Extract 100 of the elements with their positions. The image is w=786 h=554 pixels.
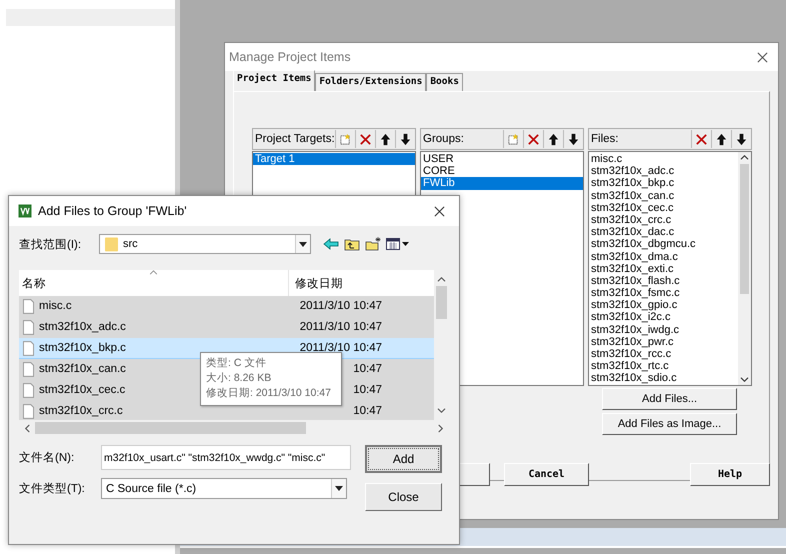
panel-label: Files:: [591, 133, 620, 145]
delete-icon: [359, 132, 372, 146]
list-item[interactable]: stm32f10x_crc.c: [589, 214, 738, 226]
file-row[interactable]: stm32f10x_crc.c 10:47: [19, 401, 434, 420]
dropdown-arrow-icon: [335, 486, 343, 491]
file-date: 2011/3/10 10:47: [300, 321, 382, 333]
list-item[interactable]: stm32f10x_sdio.c: [589, 372, 738, 385]
file-date: 10:47: [353, 405, 382, 417]
down-arrow-icon: [567, 132, 580, 146]
file-name-field[interactable]: m32f10x_usart.c" "stm32f10x_wwdg.c" "misc.c": [101, 445, 351, 470]
view-menu-icon[interactable]: [386, 237, 410, 251]
scroll-thumb[interactable]: [35, 422, 306, 434]
file-name: stm32f10x_bkp.c: [39, 342, 126, 354]
panel-label: Project Targets:: [255, 133, 335, 145]
close-icon[interactable]: [434, 206, 445, 216]
list-item[interactable]: stm32f10x_flash.c: [589, 274, 738, 288]
list-item[interactable]: stm32f10x_gpio.c: [589, 299, 738, 312]
look-in-label: 查找范围(I):: [19, 238, 82, 252]
up-folder-icon[interactable]: [344, 237, 360, 251]
scroll-up-icon[interactable]: [437, 276, 446, 283]
new-folder-icon[interactable]: [365, 237, 381, 251]
panel-label: Groups:: [423, 133, 465, 145]
scrollbar[interactable]: [738, 152, 751, 385]
file-name-label: 文件名(N):: [19, 450, 76, 465]
scroll-up-icon[interactable]: [740, 154, 749, 161]
file-date: 2011/3/10 10:47: [300, 342, 382, 354]
scroll-left-icon[interactable]: [24, 424, 31, 432]
dialog-button[interactable]: Add: [365, 445, 442, 473]
file-row[interactable]: stm32f10x_adc.c 2011/3/10 10:47: [19, 317, 434, 338]
list-item[interactable]: stm32f10x_cec.c: [589, 202, 738, 214]
scroll-down-icon[interactable]: [437, 407, 446, 414]
list-item[interactable]: stm32f10x_rcc.c: [589, 348, 738, 360]
list-item[interactable]: Target 1: [253, 153, 415, 166]
delete-icon: [527, 132, 540, 146]
list-item[interactable]: stm32f10x_can.c: [589, 190, 738, 202]
app-icon: [18, 204, 32, 218]
up-arrow-icon: [547, 132, 560, 146]
tab[interactable]: Folders/Extensions: [315, 73, 426, 91]
file-icon: [23, 340, 34, 356]
file-date: 10:47: [353, 363, 382, 375]
add-files-button[interactable]: Add Files...: [602, 388, 737, 410]
list-item[interactable]: stm32f10x_dac.c: [589, 226, 738, 238]
close-icon[interactable]: [757, 52, 768, 62]
file-type-label: 文件类型(T):: [19, 482, 86, 496]
list-item[interactable]: stm32f10x_bkp.c: [589, 177, 738, 190]
file-name: misc.c: [39, 300, 72, 312]
look-in-dropdown[interactable]: src: [99, 234, 311, 254]
window-title: Add Files to Group 'FWLib': [38, 204, 187, 218]
list-item[interactable]: FWLib: [421, 177, 583, 190]
list-item[interactable]: CORE: [421, 165, 583, 178]
add-files-button[interactable]: Add Files as Image...: [602, 413, 737, 435]
new-item-icon: [339, 132, 352, 146]
up-arrow-icon: [715, 132, 728, 146]
help-button[interactable]: Help: [690, 463, 770, 486]
down-arrow-icon: [735, 132, 748, 146]
list-item[interactable]: stm32f10x_dma.c: [589, 250, 738, 263]
dialog-button[interactable]: Close: [365, 483, 442, 511]
tooltip-line: 类型: C 文件: [206, 356, 268, 371]
list-item[interactable]: misc.c: [589, 153, 738, 166]
file-name: stm32f10x_cec.c: [39, 384, 126, 396]
list-item[interactable]: stm32f10x_pwr.c: [589, 336, 738, 348]
folder-icon: [105, 236, 118, 252]
sort-caret-icon: [149, 270, 158, 275]
tab[interactable]: Project Items: [233, 70, 316, 91]
list-item[interactable]: stm32f10x_adc.c: [589, 165, 738, 178]
scroll-thumb[interactable]: [740, 164, 749, 294]
scroll-thumb[interactable]: [436, 286, 447, 320]
file-icon: [23, 404, 34, 418]
tab[interactable]: Books: [426, 73, 463, 91]
list-item[interactable]: USER: [421, 153, 583, 166]
file-date: 10:47: [353, 384, 382, 396]
file-icon: [23, 298, 34, 314]
window-title: Manage Project Items: [229, 50, 351, 64]
dropdown-arrow-icon: [299, 242, 307, 246]
list-item[interactable]: stm32f10x_iwdg.c: [589, 324, 738, 336]
scroll-down-icon[interactable]: [740, 376, 749, 383]
cancel-button[interactable]: Cancel: [504, 463, 589, 486]
list-item[interactable]: stm32f10x_exti.c: [589, 262, 738, 275]
file-name: stm32f10x_crc.c: [39, 405, 123, 417]
tooltip-line: 修改日期: 2011/3/10 10:47: [206, 386, 332, 401]
list-item[interactable]: stm32f10x_dbgmcu.c: [589, 238, 738, 250]
file-name: stm32f10x_adc.c: [39, 321, 126, 333]
file-row[interactable]: misc.c 2011/3/10 10:47: [19, 296, 434, 317]
list-item[interactable]: stm32f10x_rtc.c: [589, 360, 738, 372]
new-item-icon: [507, 132, 520, 146]
file-icon: [23, 382, 34, 398]
back-arrow-icon[interactable]: [323, 237, 339, 251]
file-type-dropdown[interactable]: C Source file (*.c): [101, 478, 347, 499]
file-icon: [23, 362, 34, 376]
file-icon: [23, 320, 34, 334]
up-arrow-icon: [379, 132, 392, 146]
file-date: 2011/3/10 10:47: [300, 300, 382, 312]
down-arrow-icon: [399, 132, 412, 146]
list-item[interactable]: stm32f10x_i2c.c: [589, 311, 738, 324]
scroll-right-icon[interactable]: [437, 424, 444, 432]
delete-icon: [695, 132, 708, 146]
tooltip-line: 大小: 8.26 KB: [206, 371, 272, 386]
file-name: stm32f10x_can.c: [39, 363, 126, 375]
column-header[interactable]: 修改日期: [289, 270, 343, 296]
list-item[interactable]: stm32f10x_fsmc.c: [589, 287, 738, 300]
